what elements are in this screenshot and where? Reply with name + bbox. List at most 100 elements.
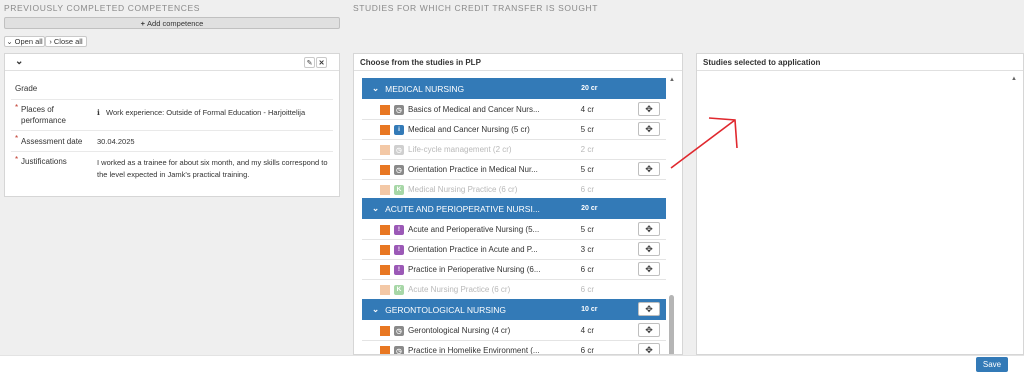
- status-square: [380, 164, 390, 175]
- move-icon[interactable]: ✥: [638, 102, 660, 116]
- status-square: [380, 144, 390, 155]
- add-competence-button[interactable]: + Add competence: [4, 17, 340, 29]
- study-row: ! Orientation Practice in Acute and P...…: [362, 240, 666, 260]
- chevron-down-icon: ⌄: [372, 304, 380, 314]
- study-row: K Medical Nursing Practice (6 cr) 6 cr: [362, 180, 666, 200]
- exclamation-icon: !: [394, 264, 404, 275]
- status-square: [380, 264, 390, 275]
- study-credits: 5 cr: [580, 225, 594, 234]
- study-name: Life-cycle management (2 cr): [408, 145, 512, 154]
- study-row: ◷ Gerontological Nursing (4 cr) 4 cr ✥: [362, 321, 666, 341]
- group-header-gerontological-nursing[interactable]: ⌄ GERONTOLOGICAL NURSING 10 cr ✥: [362, 299, 666, 320]
- study-name: Acute Nursing Practice (6 cr): [408, 285, 511, 294]
- study-name: Practice in Perioperative Nursing (6...: [408, 265, 541, 274]
- competence-card: ⌄ ✎ ✕ Grade * Places of performance ℹ Wo…: [4, 53, 340, 197]
- places-value: Work experience: Outside of Formal Educa…: [106, 108, 306, 117]
- study-name: Gerontological Nursing (4 cr): [408, 326, 511, 335]
- study-credits: 6 cr: [580, 285, 594, 294]
- k-icon: K: [394, 284, 404, 295]
- move-icon[interactable]: ✥: [638, 323, 660, 337]
- plus-icon: +: [140, 18, 146, 28]
- study-credits: 5 cr: [580, 125, 594, 134]
- status-square: [380, 104, 390, 115]
- study-row: ! Practice in Perioperative Nursing (6..…: [362, 260, 666, 280]
- close-all-button[interactable]: › Close all: [45, 36, 87, 47]
- justifications-label: Justifications: [21, 157, 67, 166]
- justifications-value: I worked as a trainee for about six mont…: [97, 158, 328, 179]
- status-square: [380, 124, 390, 135]
- clock-icon: ◷: [394, 104, 404, 115]
- study-name: Medical and Cancer Nursing (5 cr): [408, 125, 530, 134]
- info-icon: ℹ: [97, 108, 100, 117]
- close-all-label: Close all: [53, 37, 83, 46]
- move-icon[interactable]: ✥: [638, 302, 660, 316]
- study-name: Orientation Practice in Acute and P...: [408, 245, 538, 254]
- selected-panel-title: Studies selected to application: [703, 58, 821, 67]
- chevron-down-icon: ⌄: [6, 37, 13, 46]
- move-icon[interactable]: ✥: [638, 162, 660, 176]
- card-header: ⌄ ✎ ✕: [5, 54, 339, 71]
- study-credits: 6 cr: [580, 185, 594, 194]
- move-icon[interactable]: ✥: [638, 242, 660, 256]
- group-credits: 10 cr: [581, 306, 598, 313]
- clock-icon: ◷: [394, 144, 404, 155]
- study-row: ◷ Life-cycle management (2 cr) 2 cr: [362, 140, 666, 160]
- add-competence-label: Add competence: [147, 18, 204, 28]
- required-marker: *: [15, 134, 19, 143]
- scroll-up-icon[interactable]: ▲: [669, 77, 675, 83]
- clock-icon: ◷: [394, 164, 404, 175]
- k-icon: K: [394, 184, 404, 195]
- choose-panel-title: Choose from the studies in PLP: [360, 58, 481, 67]
- collapse-chevron-icon[interactable]: ⌄: [15, 56, 23, 67]
- study-row: i Medical and Cancer Nursing (5 cr) 5 cr…: [362, 120, 666, 140]
- move-icon[interactable]: ✥: [638, 343, 660, 354]
- study-credits: 4 cr: [580, 105, 594, 114]
- study-name: Medical Nursing Practice (6 cr): [408, 185, 518, 194]
- divider: [697, 70, 1023, 71]
- group-header-acute-nursing[interactable]: ⌄ ACUTE AND PERIOPERATIVE NURSI... 20 cr: [362, 198, 666, 219]
- info-icon: i: [394, 124, 404, 135]
- studies-section-title: STUDIES FOR WHICH CREDIT TRANSFER IS SOU…: [353, 3, 599, 13]
- open-all-label: Open all: [14, 37, 43, 46]
- clock-icon: ◷: [394, 345, 404, 354]
- edit-icon[interactable]: ✎: [304, 57, 315, 68]
- chevron-right-icon: ›: [49, 37, 52, 46]
- grade-label: Grade: [15, 84, 38, 93]
- move-icon[interactable]: ✥: [638, 262, 660, 276]
- status-square: [380, 325, 390, 336]
- study-name: Basics of Medical and Cancer Nurs...: [408, 105, 540, 114]
- open-all-button[interactable]: ⌄ Open all: [4, 36, 45, 47]
- exclamation-icon: !: [394, 224, 404, 235]
- assessment-label: Assessment date: [21, 137, 83, 146]
- study-credits: 6 cr: [580, 346, 594, 355]
- footer-bar: [0, 355, 1024, 373]
- chevron-down-icon: ⌄: [372, 203, 380, 213]
- status-square: [380, 284, 390, 295]
- study-name: Acute and Perioperative Nursing (5...: [408, 225, 540, 234]
- scrollbar-thumb[interactable]: [669, 295, 674, 354]
- study-name: Practice in Homelike Environment (...: [408, 346, 540, 355]
- move-icon[interactable]: ✥: [638, 122, 660, 136]
- study-credits: 4 cr: [580, 326, 594, 335]
- exclamation-icon: !: [394, 244, 404, 255]
- status-square: [380, 244, 390, 255]
- selected-studies-panel: Studies selected to application ▲: [696, 53, 1024, 355]
- study-row: ! Acute and Perioperative Nursing (5... …: [362, 220, 666, 240]
- places-label: Places of performance: [21, 105, 66, 125]
- group-header-medical-nursing[interactable]: ⌄ MEDICAL NURSING 20 cr: [362, 78, 666, 99]
- scroll-up-icon[interactable]: ▲: [1011, 76, 1017, 82]
- study-credits: 6 cr: [580, 265, 594, 274]
- study-credits: 2 cr: [580, 145, 594, 154]
- divider: [354, 70, 682, 71]
- status-square: [380, 345, 390, 354]
- justifications-row: * Justifications I worked as a trainee f…: [11, 153, 333, 187]
- study-name: Orientation Practice in Medical Nur...: [408, 165, 538, 174]
- study-row: K Acute Nursing Practice (6 cr) 6 cr: [362, 280, 666, 300]
- group-credits: 20 cr: [581, 205, 598, 212]
- study-credits: 3 cr: [580, 245, 594, 254]
- save-button[interactable]: Save: [976, 357, 1008, 372]
- delete-icon[interactable]: ✕: [316, 57, 327, 68]
- assessment-value: 30.04.2025: [97, 137, 135, 146]
- move-icon[interactable]: ✥: [638, 222, 660, 236]
- group-name: MEDICAL NURSING: [385, 83, 465, 94]
